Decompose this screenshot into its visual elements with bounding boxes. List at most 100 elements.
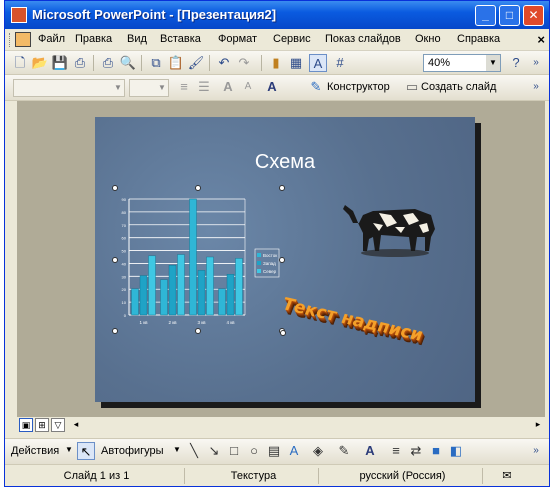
chart-object[interactable]: 0 10 20 30 40 50 60 70 80 90 1 кв 2 кв 3 кв 4 кв Восто… [115, 189, 285, 334]
selection-handle[interactable] [112, 257, 118, 263]
chart-y-tick-label: 90 [122, 197, 127, 202]
chart-bar [177, 254, 185, 316]
wordart-text[interactable]: Текст надписи [279, 294, 426, 345]
rectangle-icon[interactable]: □ [225, 442, 243, 460]
chart-legend-swatch [257, 261, 261, 265]
chart-y-tick-label: 60 [122, 236, 127, 241]
textbox-icon[interactable]: ▤ [265, 442, 283, 460]
toolbar-options-icon[interactable]: » [527, 78, 545, 96]
chart-y-tick-label: 10 [122, 300, 127, 305]
arrow-icon[interactable]: ↘ [205, 442, 223, 460]
zoom-value: 40% [428, 57, 451, 69]
show-formatting-icon[interactable]: A [309, 54, 327, 72]
menu-help[interactable]: Справка [457, 33, 500, 45]
numbering-icon[interactable]: ≡ [175, 78, 193, 96]
minimize-button[interactable]: _ [475, 5, 496, 26]
spell-check-icon[interactable]: ✉ [487, 468, 527, 484]
new-document-icon[interactable]: 🗋 [11, 54, 29, 72]
print-icon[interactable]: ⎙ [99, 54, 117, 72]
chart-legend-label: Запад [263, 261, 276, 266]
menu-slideshow[interactable]: Показ слайдов [325, 33, 401, 45]
chart-legend-label: Восток [263, 253, 277, 258]
line-style-icon[interactable]: ≡ [387, 442, 405, 460]
dash-style-icon[interactable]: ⇄ [407, 442, 425, 460]
line-icon[interactable]: ╲ [185, 442, 203, 460]
menu-file[interactable]: Файл [38, 33, 65, 45]
chevron-down-icon: ▼ [114, 83, 122, 92]
normal-view-icon[interactable]: ▣ [19, 418, 33, 432]
drawing-toolbar: Действия ▼ ↖ Автофигуры ▼ ╲ ↘ □ ○ ▤ A ◈ … [5, 438, 549, 464]
designer-button[interactable]: Конструктор [327, 81, 390, 93]
save-icon[interactable]: 💾 [51, 54, 69, 72]
shadow-icon[interactable]: ■ [427, 442, 445, 460]
select-arrow-icon[interactable]: ↖ [77, 442, 95, 460]
bullets-icon[interactable]: ☰ [195, 78, 213, 96]
slide[interactable]: Схема 0 10 20 30 40 50 60 70 80 90 1 кв 2 кв 3 кв 4 к… [95, 117, 475, 402]
chart-bar [160, 279, 168, 316]
scroll-left-icon[interactable]: ◂ [69, 418, 83, 432]
chart-y-tick-label: 30 [122, 274, 127, 279]
status-language: русский (Россия) [323, 468, 483, 484]
wordart-icon[interactable]: A [285, 442, 303, 460]
show-grid-icon[interactable]: # [331, 54, 349, 72]
title-bar: Microsoft PowerPoint - [Презентация2] _ … [5, 1, 549, 29]
line-color-icon[interactable]: ✎ [335, 442, 353, 460]
chart-bar [226, 274, 235, 316]
open-icon[interactable]: 📂 [31, 54, 49, 72]
menu-format[interactable]: Формат [218, 33, 257, 45]
format-painter-icon[interactable]: 🖌 [187, 54, 205, 72]
menu-tools[interactable]: Сервис [273, 33, 311, 45]
font-size-select[interactable]: ▼ [129, 79, 169, 97]
new-slide-button[interactable]: Создать слайд [421, 81, 496, 93]
font-name-select[interactable]: ▼ [13, 79, 125, 97]
toolbar-options-icon[interactable]: » [527, 442, 545, 460]
actions-menu[interactable]: Действия [11, 445, 59, 457]
menu-view[interactable]: Вид [127, 33, 147, 45]
copy-icon[interactable]: ⧉ [147, 54, 165, 72]
toolbar-options-icon[interactable]: » [527, 54, 545, 72]
designer-icon[interactable]: ✎ [307, 78, 325, 96]
chart-y-tick-label: 40 [122, 261, 127, 266]
fill-color-icon[interactable]: ◈ [309, 442, 327, 460]
zoom-select[interactable]: 40% ▼ [423, 54, 501, 72]
font-color-icon[interactable]: A [263, 78, 281, 96]
close-document-icon[interactable]: × [537, 32, 545, 47]
selection-handle[interactable] [112, 328, 118, 334]
slide-sorter-icon[interactable]: ⊞ [35, 418, 49, 432]
close-button[interactable]: ✕ [523, 5, 544, 26]
decrease-font-icon[interactable]: A [239, 78, 257, 96]
undo-icon[interactable]: ↶ [215, 54, 233, 72]
selection-handle[interactable] [112, 185, 118, 191]
permission-icon[interactable]: ⎙ [71, 54, 89, 72]
help-icon[interactable]: ? [507, 54, 525, 72]
new-slide-icon[interactable]: ▭ [403, 78, 421, 96]
print-preview-icon[interactable]: 🔍 [119, 54, 137, 72]
slide-workspace: Схема 0 10 20 30 40 50 60 70 80 90 1 кв 2 кв 3 кв 4 к… [17, 101, 545, 417]
menu-edit[interactable]: Правка [75, 33, 112, 45]
paste-icon[interactable]: 📋 [167, 54, 185, 72]
selection-handle[interactable] [279, 257, 285, 263]
autoshapes-menu[interactable]: Автофигуры [101, 445, 164, 457]
selection-handle[interactable] [279, 185, 285, 191]
menu-bar: Файл Правка Вид Вставка Формат Сервис По… [5, 29, 549, 51]
menu-window[interactable]: Окно [415, 33, 441, 45]
chart-bar [148, 255, 156, 316]
insert-table-icon[interactable]: ▦ [287, 54, 305, 72]
selection-handle[interactable] [280, 330, 286, 336]
3d-icon[interactable]: ◧ [447, 442, 465, 460]
selection-handle[interactable] [195, 328, 201, 334]
menu-insert[interactable]: Вставка [160, 33, 201, 45]
slide-title[interactable]: Схема [95, 151, 475, 174]
selection-handle[interactable] [195, 185, 201, 191]
insert-chart-icon[interactable]: ▮ [267, 54, 285, 72]
maximize-button[interactable]: □ [499, 5, 520, 26]
powerpoint-icon [11, 7, 27, 23]
slideshow-icon[interactable]: ▽ [51, 418, 65, 432]
increase-font-icon[interactable]: A [219, 78, 237, 96]
scroll-right-icon[interactable]: ▸ [531, 418, 545, 432]
font-color-icon[interactable]: A [361, 442, 379, 460]
oval-icon[interactable]: ○ [245, 442, 263, 460]
cow-clipart[interactable] [339, 193, 443, 267]
redo-icon[interactable]: ↷ [235, 54, 253, 72]
document-icon[interactable] [15, 32, 31, 47]
